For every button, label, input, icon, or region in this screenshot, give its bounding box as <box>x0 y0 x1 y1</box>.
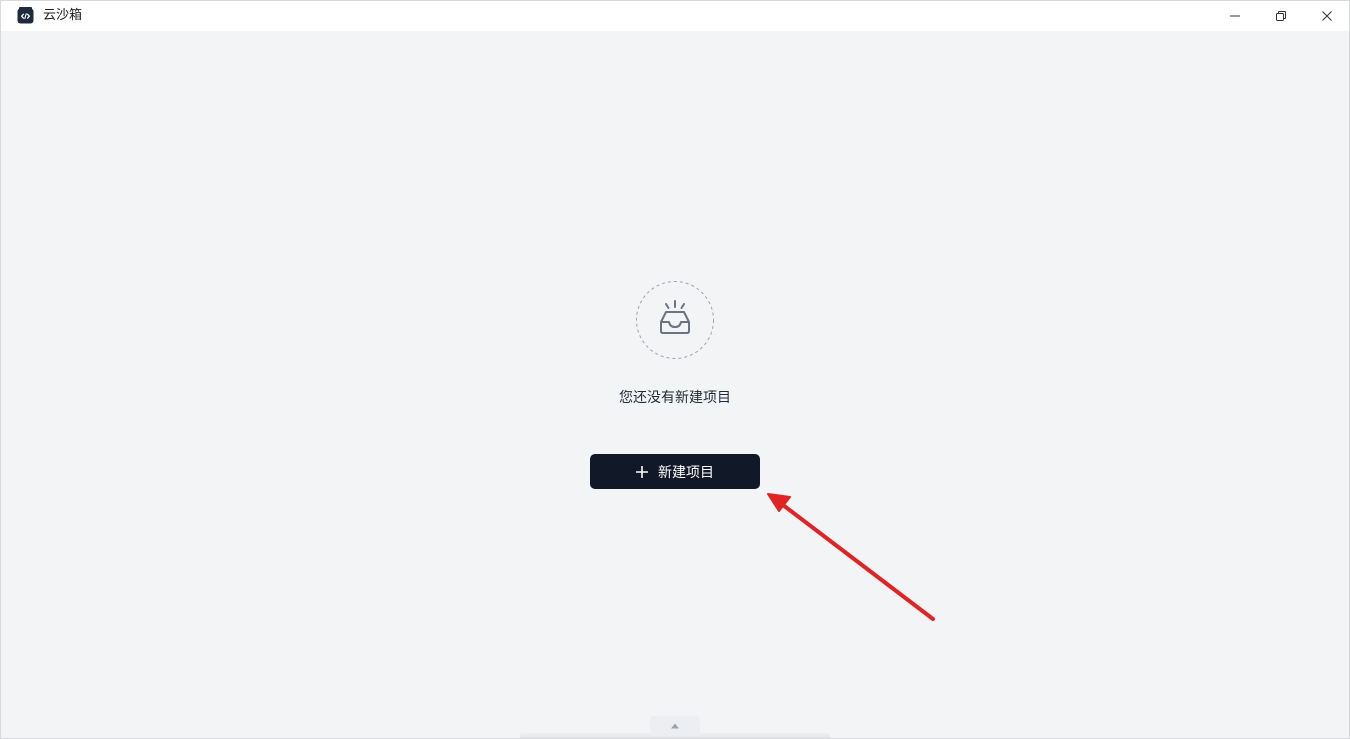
plus-icon <box>636 465 648 478</box>
close-icon <box>1322 10 1332 21</box>
window-title: 云沙箱 <box>43 8 83 23</box>
empty-state-message: 您还没有新建项目 <box>619 390 731 406</box>
minimize-button[interactable] <box>1212 0 1258 31</box>
inbox-icon <box>636 281 714 359</box>
title-bar[interactable]: 云沙箱 <box>0 0 1350 31</box>
window-border <box>0 0 1350 739</box>
caret-up-icon <box>671 723 679 729</box>
new-project-button[interactable]: 新建项目 <box>590 454 760 489</box>
app-window: 云沙箱 您还没有新建项目 新建项目 <box>0 0 1350 739</box>
code-box-icon <box>17 7 34 24</box>
close-button[interactable] <box>1304 0 1350 31</box>
restore-button[interactable] <box>1258 0 1304 31</box>
minimize-icon <box>1230 15 1240 16</box>
annotation-arrow <box>767 493 935 621</box>
restore-icon <box>1276 10 1286 21</box>
new-project-label: 新建项目 <box>658 464 714 481</box>
bottom-panel-toggle[interactable] <box>650 716 700 736</box>
